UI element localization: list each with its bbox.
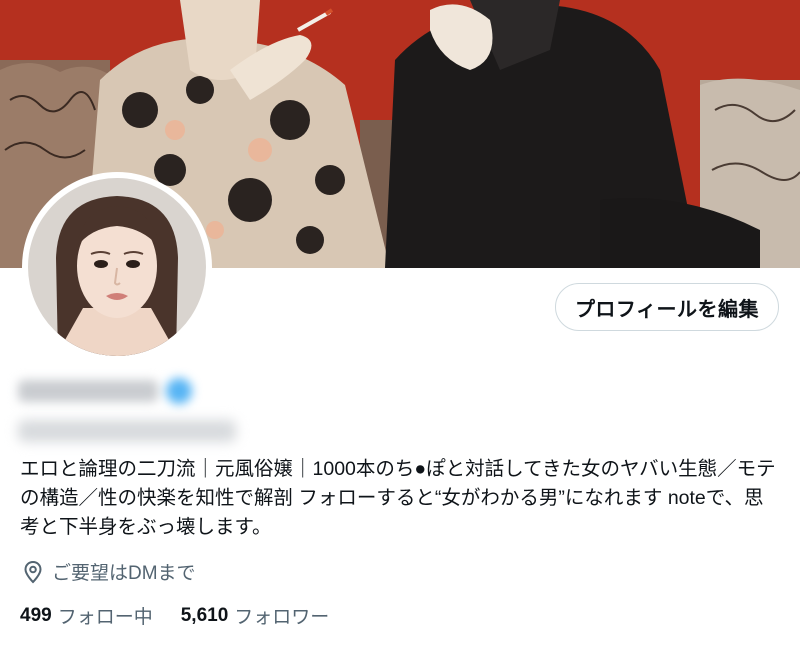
- following-link[interactable]: 499 フォロー中: [20, 602, 153, 629]
- profile-location: ご要望はDMまで: [22, 558, 196, 585]
- location-pin-icon: [22, 560, 44, 584]
- edit-profile-button[interactable]: プロフィールを編集: [555, 283, 779, 331]
- profile-bio: エロと論理の二刀流｜元風俗嬢｜1000本のち●ぽと対話してきた女のヤバい生態／モ…: [20, 458, 776, 538]
- profile-name-block: [18, 374, 236, 442]
- profile-page: プロフィールを編集 エロと論理の二刀流｜元風俗嬢｜1000本のち●ぽと対話してき…: [0, 0, 800, 652]
- followers-link[interactable]: 5,610 フォロワー: [181, 602, 330, 629]
- following-count: 499: [20, 604, 52, 626]
- verified-badge-icon: [166, 378, 192, 404]
- location-text: ご要望はDMまで: [52, 563, 196, 584]
- username-handle-redacted: [18, 420, 236, 442]
- followers-count: 5,610: [180, 604, 229, 626]
- follow-stats: 499 フォロー中 5,610 フォロワー: [20, 602, 357, 629]
- display-name-redacted: [18, 374, 193, 408]
- followers-label: フォロワー: [234, 607, 330, 628]
- profile-avatar[interactable]: [22, 172, 212, 362]
- following-label: フォロー中: [57, 607, 153, 628]
